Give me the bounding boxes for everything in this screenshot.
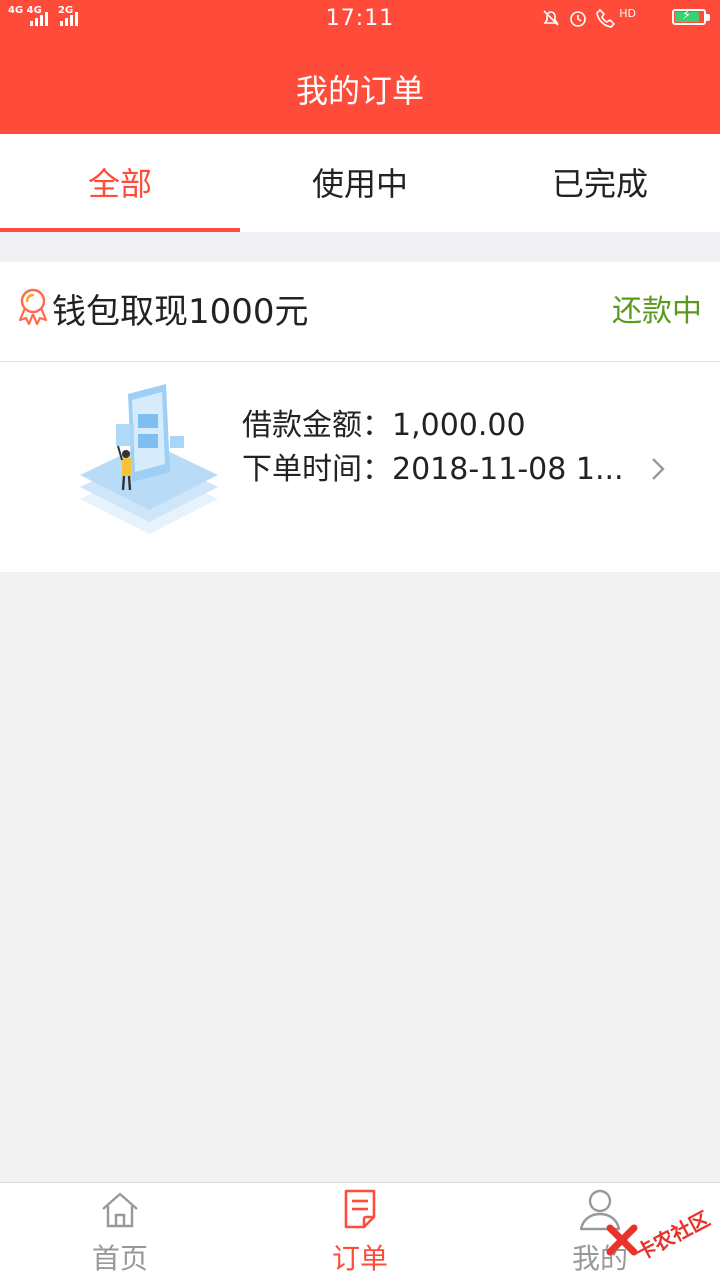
tab-completed[interactable]: 已完成 <box>480 134 720 232</box>
app-header: 4G 4G 2G 17:11 HD ⚡ 我的订单 <box>0 0 720 134</box>
amount-label: 借款金额： <box>242 408 392 443</box>
battery-icon: ⚡ <box>672 8 710 25</box>
tabbar-label-home: 首页 <box>91 1242 148 1275</box>
time-row: 下单时间：2018-11-08 1... <box>242 448 632 492</box>
tabbar-label-orders: 订单 <box>331 1242 388 1275</box>
order-detail-row[interactable]: 借款金额：1,000.00 下单时间：2018-11-08 1... <box>0 362 720 572</box>
tabbar-item-orders[interactable]: 订单 <box>240 1183 480 1281</box>
order-tabs: 全部 使用中 已完成 <box>0 134 720 232</box>
amount-value: 1,000.00 <box>392 408 526 443</box>
tab-in-use[interactable]: 使用中 <box>240 134 480 232</box>
order-title: 钱包取现1000元 <box>52 292 309 332</box>
home-icon <box>102 1192 138 1228</box>
order-status: 还款中 <box>612 294 702 329</box>
order-card-header: 钱包取现1000元 还款中 <box>0 262 720 362</box>
section-divider <box>0 232 720 262</box>
hd-label: HD <box>619 6 636 20</box>
time-label: 下单时间： <box>242 452 392 487</box>
order-info: 借款金额：1,000.00 下单时间：2018-11-08 1... <box>242 404 632 492</box>
time-value: 2018-11-08 1... <box>392 452 624 487</box>
tabbar-item-home[interactable]: 首页 <box>0 1183 240 1281</box>
watermark: 卡农社区 <box>602 1206 714 1266</box>
status-bar: 4G 4G 2G 17:11 HD ⚡ <box>0 0 720 38</box>
award-badge-icon <box>18 288 48 326</box>
amount-row: 借款金额：1,000.00 <box>242 404 632 448</box>
bell-muted-icon <box>543 10 559 26</box>
tab-all[interactable]: 全部 <box>0 134 240 232</box>
order-icon <box>344 1189 376 1229</box>
chevron-right-icon <box>652 458 665 480</box>
status-icons: HD <box>541 6 636 30</box>
phone-icon <box>596 8 616 28</box>
watermark-text: 卡农社区 <box>631 1206 714 1266</box>
phone-illustration-icon <box>80 384 218 534</box>
alarm-icon <box>570 11 587 27</box>
page-title: 我的订单 <box>295 72 424 110</box>
order-card: 钱包取现1000元 还款中 借款金额：1,000.00 下单时间：2018-11… <box>0 262 720 572</box>
